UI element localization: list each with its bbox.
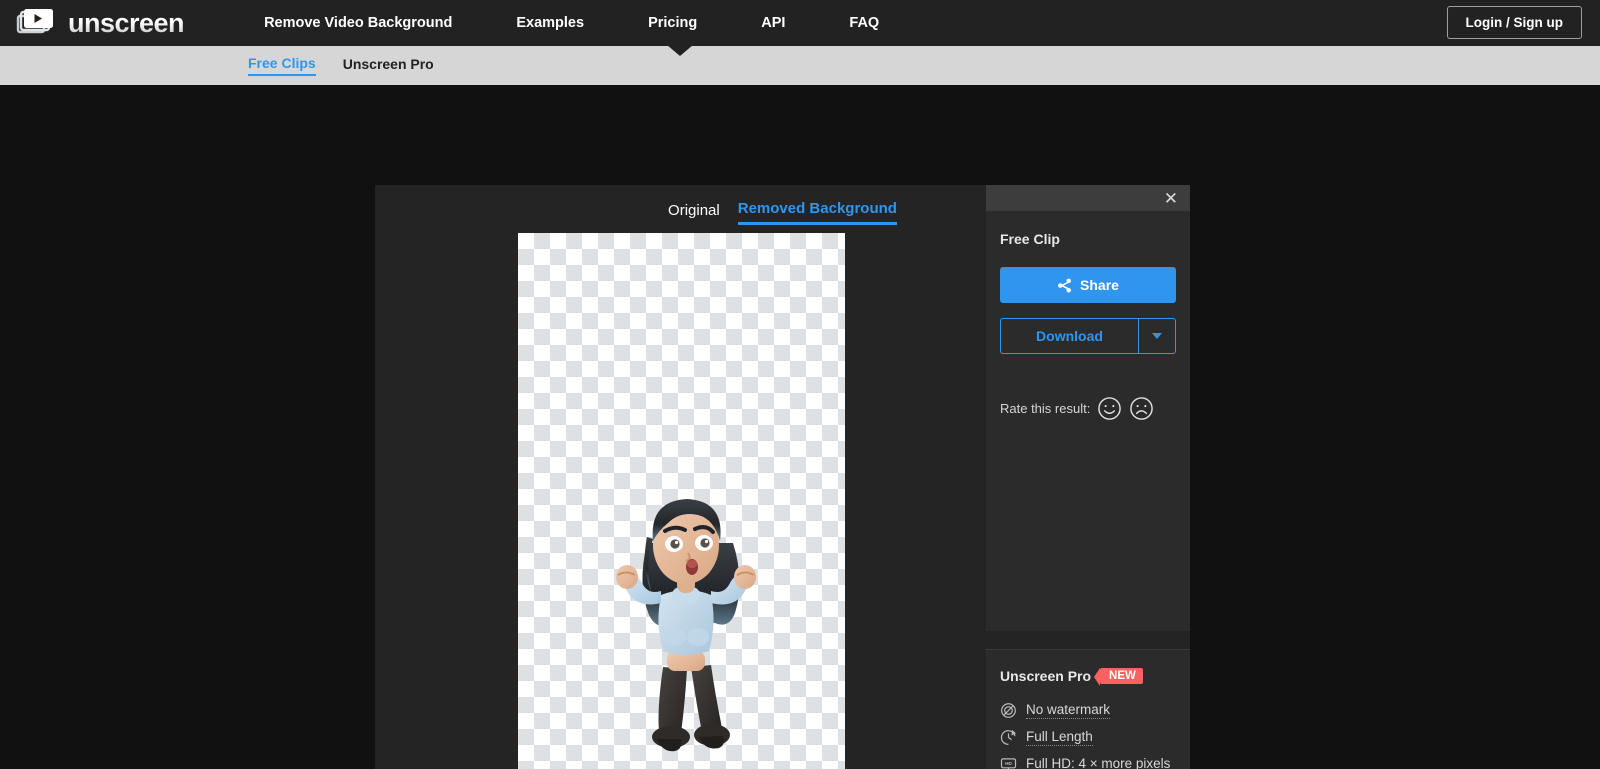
nav-item-faq[interactable]: FAQ xyxy=(817,15,911,31)
panel-title: Free Clip xyxy=(1000,231,1060,247)
smiley-face-icon[interactable] xyxy=(1097,396,1122,421)
chevron-down-icon xyxy=(1152,333,1162,339)
clock-icon xyxy=(1000,729,1017,746)
download-button[interactable]: Download xyxy=(1000,318,1138,354)
pro-header: Unscreen Pro NEW xyxy=(1000,668,1176,686)
nav-notch-indicator xyxy=(667,45,693,56)
sub-navigation-bar: Free Clips Unscreen Pro xyxy=(0,45,1600,85)
unscreen-pro-section: Unscreen Pro NEW No watermark Full Lengt… xyxy=(986,649,1190,769)
pro-feature-full-hd[interactable]: HD Full HD: 4 × more pixels xyxy=(1000,756,1176,769)
download-options-dropdown[interactable] xyxy=(1138,318,1176,354)
logo-text: unscreen xyxy=(68,7,185,38)
pro-feature-label: Full Length xyxy=(1026,729,1093,746)
pro-feature-label: No watermark xyxy=(1026,702,1111,719)
video-frames-play-icon xyxy=(16,8,58,38)
top-navigation-bar: unscreen Remove Video Background Example… xyxy=(0,0,1600,46)
pro-feature-label: Full HD: 4 × more pixels xyxy=(1026,756,1170,769)
tab-removed-background[interactable]: Removed Background xyxy=(737,200,897,225)
nav-item-examples[interactable]: Examples xyxy=(484,15,616,31)
rate-result-row: Rate this result: xyxy=(1000,396,1176,421)
main-nav-links: Remove Video Background Examples Pricing… xyxy=(232,15,911,31)
share-nodes-icon xyxy=(1057,278,1072,293)
nav-item-remove-video-background[interactable]: Remove Video Background xyxy=(232,15,484,31)
right-side-panel: ✕ Free Clip Share Download Rate this res… xyxy=(986,185,1190,769)
tab-original[interactable]: Original xyxy=(668,202,720,224)
hd-monitor-icon: HD xyxy=(1000,756,1017,769)
share-button-label: Share xyxy=(1080,277,1119,293)
pro-feature-no-watermark[interactable]: No watermark xyxy=(1000,702,1176,719)
pro-feature-full-length[interactable]: Full Length xyxy=(1000,729,1176,746)
rate-result-label: Rate this result: xyxy=(1000,401,1091,416)
close-icon[interactable]: ✕ xyxy=(1164,190,1178,207)
login-signup-button[interactable]: Login / Sign up xyxy=(1446,6,1582,39)
panel-body: Free Clip Share Download Rate this resul… xyxy=(986,211,1190,631)
nav-item-api[interactable]: API xyxy=(729,15,817,31)
new-badge: NEW xyxy=(1094,668,1143,686)
video-preview-canvas[interactable]: unscreen xyxy=(518,233,845,769)
pro-title: Unscreen Pro xyxy=(1000,668,1092,684)
character-figure xyxy=(587,491,777,761)
no-watermark-icon xyxy=(1000,702,1017,719)
logo[interactable]: unscreen xyxy=(16,7,185,38)
panel-header: ✕ xyxy=(986,185,1190,211)
subnav-item-unscreen-pro[interactable]: Unscreen Pro xyxy=(343,56,434,75)
main-stage: Original Removed Background ✕ Free Clip … xyxy=(0,85,1600,769)
subnav-item-free-clips[interactable]: Free Clips xyxy=(248,55,316,76)
frowny-face-icon[interactable] xyxy=(1129,396,1154,421)
svg-text:HD: HD xyxy=(1005,761,1012,767)
share-button[interactable]: Share xyxy=(1000,267,1176,303)
download-button-group: Download xyxy=(1000,318,1176,354)
nav-item-pricing[interactable]: Pricing xyxy=(616,15,729,31)
